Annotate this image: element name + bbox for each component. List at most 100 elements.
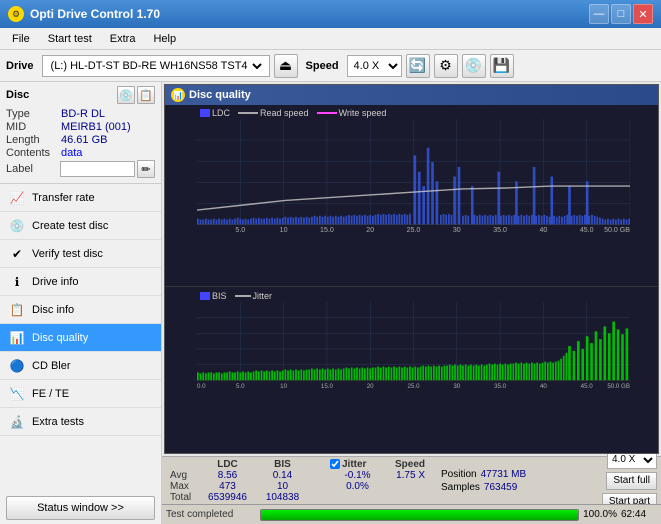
cd-bler-icon: 🔵 xyxy=(8,357,26,375)
jitter-label: Jitter xyxy=(342,459,366,470)
jitter-col-header: Jitter xyxy=(330,459,385,470)
start-full-button[interactable]: Start full xyxy=(606,472,657,490)
title-bar: ⚙ Opti Drive Control 1.70 — □ ✕ xyxy=(0,0,661,28)
svg-text:40: 40 xyxy=(539,225,547,234)
drive-dropdown[interactable]: (L:) HL-DT-ST BD-RE WH16NS58 TST4 xyxy=(47,59,265,73)
write-speed-legend: Write speed xyxy=(317,108,387,118)
total-bis: 104838 xyxy=(255,492,310,503)
total-ldc: 6539946 xyxy=(200,492,255,503)
jitter-color xyxy=(235,295,251,297)
menu-help[interactable]: Help xyxy=(145,31,184,47)
dq-title: Disc quality xyxy=(189,89,251,101)
svg-text:20: 20 xyxy=(367,383,374,390)
svg-text:45.0: 45.0 xyxy=(580,225,594,234)
nav-disc-quality-label: Disc quality xyxy=(32,332,88,344)
jitter-legend-label: Jitter xyxy=(253,291,273,301)
progress-track xyxy=(260,509,579,521)
svg-text:5.0: 5.0 xyxy=(236,383,245,390)
svg-text:30: 30 xyxy=(453,383,460,390)
svg-text:30: 30 xyxy=(453,225,461,234)
disc-quality-icon: 📊 xyxy=(8,329,26,347)
samples-row: Samples 763459 xyxy=(441,482,526,493)
menu-extra[interactable]: Extra xyxy=(102,31,144,47)
svg-text:10: 10 xyxy=(280,383,287,390)
nav-extra-tests[interactable]: 🔬 Extra tests xyxy=(0,408,161,436)
extra-tests-icon: 🔬 xyxy=(8,413,26,431)
max-ldc: 473 xyxy=(200,481,255,492)
ldc-color xyxy=(200,109,210,117)
label-input[interactable] xyxy=(60,161,135,177)
verify-test-disc-icon: ✔ xyxy=(8,245,26,263)
nav-disc-info-label: Disc info xyxy=(32,304,74,316)
ldc-legend: LDC xyxy=(200,108,230,118)
bis-chart-container: BIS Jitter xyxy=(165,289,658,452)
max-row-label: Max xyxy=(170,481,200,492)
minimize-button[interactable]: — xyxy=(589,4,609,24)
avg-jitter: -0.1% xyxy=(330,470,385,481)
disc-button[interactable]: 💿 xyxy=(462,54,486,78)
settings-button[interactable]: ⚙ xyxy=(434,54,458,78)
disc-icon-2[interactable]: 📋 xyxy=(137,86,155,104)
label-edit-button[interactable]: ✏ xyxy=(137,160,155,178)
write-speed-legend-label: Write speed xyxy=(339,108,387,118)
speed-dropdown[interactable]: 4.0 X 2.0 X 6.0 X 8.0 X xyxy=(347,55,402,77)
ldc-chart-container: LDC Read speed Write speed xyxy=(165,106,658,285)
svg-text:35.0: 35.0 xyxy=(494,383,506,390)
nav-fe-te[interactable]: 📉 FE / TE xyxy=(0,380,161,408)
svg-text:45.0: 45.0 xyxy=(581,383,593,390)
disc-mid-value: MEIRB1 (001) xyxy=(61,121,131,133)
menu-file[interactable]: File xyxy=(4,31,38,47)
svg-text:50.0 GB: 50.0 GB xyxy=(604,225,630,234)
refresh-button[interactable]: 🔄 xyxy=(406,54,430,78)
disc-type-label: Type xyxy=(6,108,61,120)
svg-text:35.0: 35.0 xyxy=(493,225,507,234)
total-row-label: Total xyxy=(170,492,200,503)
speed-stat-label: Speed xyxy=(385,459,425,470)
svg-text:5.0: 5.0 xyxy=(235,225,245,234)
stats-bar: LDC BIS Jitter Speed Avg 8.56 0.14 xyxy=(162,456,661,504)
disc-mid-label: MID xyxy=(6,121,61,133)
nav-cd-bler[interactable]: 🔵 CD Bler xyxy=(0,352,161,380)
disc-label-row: Label ✏ xyxy=(6,160,155,178)
disc-mid-row: MID MEIRB1 (001) xyxy=(6,121,155,133)
menu-start-test[interactable]: Start test xyxy=(40,31,100,47)
disc-icon-1[interactable]: 💿 xyxy=(117,86,135,104)
maximize-button[interactable]: □ xyxy=(611,4,631,24)
nav-fe-te-label: FE / TE xyxy=(32,388,69,400)
nav-drive-info[interactable]: ℹ Drive info xyxy=(0,268,161,296)
disc-length-row: Length 46.61 GB xyxy=(6,134,155,146)
svg-text:25.0: 25.0 xyxy=(407,225,421,234)
svg-text:15.0: 15.0 xyxy=(321,383,333,390)
status-window-button[interactable]: Status window >> xyxy=(6,496,155,520)
jitter-checkbox[interactable] xyxy=(330,459,340,469)
svg-text:20: 20 xyxy=(366,225,374,234)
main-area: Disc 💿 📋 Type BD-R DL MID MEIRB1 (001) L… xyxy=(0,82,661,524)
avg-bis: 0.14 xyxy=(255,470,310,481)
eject-button[interactable]: ⏏ xyxy=(274,54,298,78)
drive-selector[interactable]: (L:) HL-DT-ST BD-RE WH16NS58 TST4 xyxy=(42,55,270,77)
jitter-legend: Jitter xyxy=(235,291,273,301)
close-button[interactable]: ✕ xyxy=(633,4,653,24)
nav-disc-quality[interactable]: 📊 Disc quality xyxy=(0,324,161,352)
disc-contents-value: data xyxy=(61,147,82,159)
transfer-rate-icon: 📈 xyxy=(8,189,26,207)
save-button[interactable]: 💾 xyxy=(490,54,514,78)
ldc-chart-svg: 500 400 300 200 100 0 5.0 10 15.0 20 25.… xyxy=(197,119,630,234)
nav-transfer-rate[interactable]: 📈 Transfer rate xyxy=(0,184,161,212)
write-speed-color xyxy=(317,112,337,114)
progress-fill xyxy=(261,510,578,520)
position-label: Position xyxy=(441,469,477,480)
nav-extra-tests-label: Extra tests xyxy=(32,416,84,428)
nav-create-test-disc[interactable]: 💿 Create test disc xyxy=(0,212,161,240)
nav-verify-test-disc[interactable]: ✔ Verify test disc xyxy=(0,240,161,268)
nav-disc-info[interactable]: 📋 Disc info xyxy=(0,296,161,324)
bis-legend: BIS xyxy=(200,291,227,301)
bis-col-header: BIS xyxy=(255,459,310,470)
disc-info-icon: 📋 xyxy=(8,301,26,319)
right-controls: 4.0 X 2.0 X 8.0 X Start full Start part xyxy=(602,451,657,511)
create-test-disc-icon: 💿 xyxy=(8,217,26,235)
samples-label: Samples xyxy=(441,482,480,493)
svg-text:50.0 GB: 50.0 GB xyxy=(607,383,630,390)
bis-color xyxy=(200,292,210,300)
title-bar-left: ⚙ Opti Drive Control 1.70 xyxy=(8,6,160,22)
